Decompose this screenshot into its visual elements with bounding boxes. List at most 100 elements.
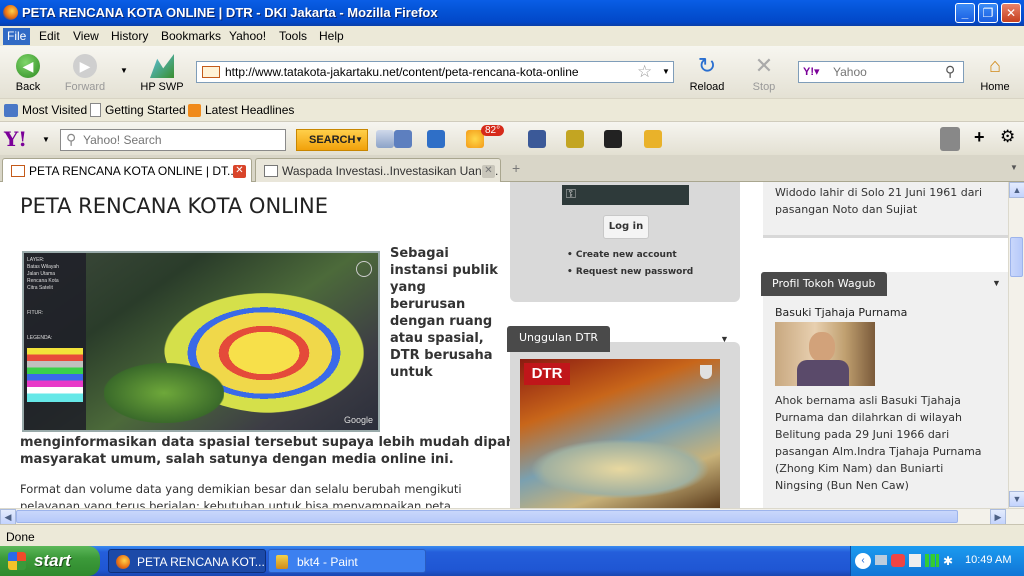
reload-button[interactable]: ↻ Reload [688,54,726,94]
url-input[interactable] [225,64,625,80]
menu-tools[interactable]: Tools [279,29,307,43]
wagub-text-line: Purnama dan dilahrkan di wilayah [775,411,962,424]
url-bar[interactable]: ☆ ▼ [196,61,674,83]
scroll-left-arrow-icon[interactable]: ◀ [0,509,16,525]
mail-icon[interactable] [427,130,445,148]
bookmark-most-visited[interactable]: Most Visited [4,103,87,117]
city-plan-map-image[interactable]: LAYER: Batas Wilayah Jalan Utama Rencana… [22,251,380,432]
unggulan-panel: Unggulan DTR ▼ DTR [507,326,740,508]
bookmark-getting-started[interactable]: Getting Started [90,103,186,117]
legend-heading: LAYER: [27,257,45,263]
unggulan-collapse-icon[interactable]: ▼ [720,334,729,344]
antivirus-icon[interactable] [891,554,905,567]
search-input[interactable] [833,64,933,80]
bookmarks-icon[interactable] [394,130,412,148]
key-icon: ⚿ [566,186,576,201]
map-legend-panel: LAYER: Batas Wilayah Jalan Utama Rencana… [24,253,86,430]
back-arrow-icon: ◀ [16,54,40,78]
tab-close-icon[interactable]: ✕ [233,165,246,178]
menu-view[interactable]: View [73,29,99,43]
tab-list-dropdown-icon[interactable]: ▼ [1010,163,1018,172]
scroll-up-arrow-icon[interactable]: ▲ [1009,182,1024,198]
taskbar: start PETA RENCANA KOT... bkt4 - Paint ‹… [0,546,1024,576]
body-line: pelayanan yang terus berjalan; kebutuhan… [20,499,451,508]
hp-swp-button[interactable]: HP SWP [140,54,184,93]
stop-button[interactable]: ✕ Stop [748,53,780,94]
start-button[interactable]: start [0,546,100,576]
forward-button[interactable]: ▶ Forward [62,54,108,93]
magnifier-icon[interactable]: ⚲ [945,63,955,80]
map-watermark: Google [344,415,374,425]
intro-line: Sebagai [390,246,449,261]
intro-line: yang [390,280,426,295]
menu-history[interactable]: History [111,29,148,43]
signal-icon[interactable] [925,554,939,567]
close-button[interactable]: ✕ [1001,3,1021,23]
menu-yahoo[interactable]: Yahoo! [229,29,266,43]
ebay-icon[interactable] [604,130,622,148]
add-button-icon[interactable]: + [974,127,985,148]
intro-line: untuk [390,365,433,380]
back-button[interactable]: ◀ Back [10,54,46,93]
horizontal-scrollbar[interactable]: ◀ ▶ [0,508,1024,525]
menu-edit[interactable]: Edit [39,29,60,43]
search-engine-box[interactable]: Y!▾ ⚲ [798,61,964,83]
tab-close-icon[interactable]: ✕ [482,165,495,178]
gubernur-text: Widodo lahir di Solo 21 Juni 1961 dari p… [775,184,982,218]
intro-line: DTR berusaha [390,348,493,363]
scroll-down-arrow-icon[interactable]: ▼ [1009,491,1024,507]
menu-bookmarks[interactable]: Bookmarks [161,29,221,43]
toolbar-menu-icon[interactable] [940,127,960,151]
notes-icon[interactable] [566,130,584,148]
taskbar-item-firefox[interactable]: PETA RENCANA KOT... [108,549,266,573]
tab-waspada-investasi[interactable]: Waspada Investasi..Investasikan Uang... … [255,158,501,182]
volume-icon[interactable] [909,554,921,567]
history-dropdown-icon[interactable]: ▼ [120,66,128,75]
yahoo-search-box[interactable]: ⚲ [60,129,286,151]
yahoo-logo-icon[interactable]: Y! [4,127,27,151]
url-dropdown-icon[interactable]: ▼ [662,67,670,76]
wagub-profile-box: Profil Tokoh Wagub ▼ Basuki Tjahaja Purn… [761,272,1008,508]
shopping-icon[interactable] [644,130,662,148]
rss-icon [188,103,201,117]
search-dropdown-icon[interactable]: ▼ [355,130,363,150]
bookmark-label: Getting Started [105,103,186,117]
wagub-collapse-icon[interactable]: ▼ [992,278,1001,288]
menu-help[interactable]: Help [319,29,344,43]
request-password-link[interactable]: • Request new password [567,264,693,281]
tab-favicon [264,165,278,177]
show-hidden-icons-icon[interactable]: ‹ [855,553,871,569]
network-icon[interactable] [875,555,887,565]
home-button[interactable]: ⌂ Home [978,54,1012,93]
scroll-right-arrow-icon[interactable]: ▶ [990,509,1006,525]
vertical-scrollbar[interactable]: ▲ ▼ [1008,182,1024,508]
create-account-link[interactable]: • Create new account [567,247,693,264]
login-button[interactable]: Log in [603,215,649,239]
password-field[interactable]: ⚿ [562,185,689,205]
yahoo-search-button[interactable]: SEARCH ▼ [296,129,368,151]
wagub-text: Ahok bernama asli Basuki Tjahaja Purnama… [775,392,982,494]
facebook-icon[interactable] [528,130,546,148]
bluetooth-icon[interactable]: ✱ [943,554,953,568]
new-tab-icon[interactable]: + [512,160,520,176]
map-compass-icon[interactable] [356,261,372,277]
restore-button[interactable]: ❐ [978,3,998,23]
city-model-image[interactable]: DTR [520,359,720,508]
yahoo-search-input[interactable] [83,132,273,148]
minimize-button[interactable]: _ [955,3,975,23]
clock[interactable]: 10:49 AM [965,554,1011,566]
tab-peta-rencana[interactable]: PETA RENCANA KOTA ONLINE | DT... ✕ [2,158,252,182]
bookmark-star-icon[interactable]: ☆ [637,62,652,82]
bookmark-latest-headlines[interactable]: Latest Headlines [188,103,294,117]
settings-gear-icon[interactable]: ⚙ [1000,127,1015,147]
stop-icon: ✕ [754,53,774,78]
wagub-photo[interactable] [775,322,875,386]
menu-file[interactable]: File [3,28,31,45]
intro-line: atau spasial, [390,331,484,346]
back-label: Back [15,81,41,93]
horizontal-scroll-thumb[interactable] [16,510,958,523]
yahoo-engine-icon[interactable]: Y!▾ [803,65,820,78]
taskbar-item-paint[interactable]: bkt4 - Paint [268,549,426,573]
vertical-scroll-thumb[interactable] [1010,237,1023,277]
yahoo-menu-dropdown-icon[interactable]: ▼ [42,135,50,144]
